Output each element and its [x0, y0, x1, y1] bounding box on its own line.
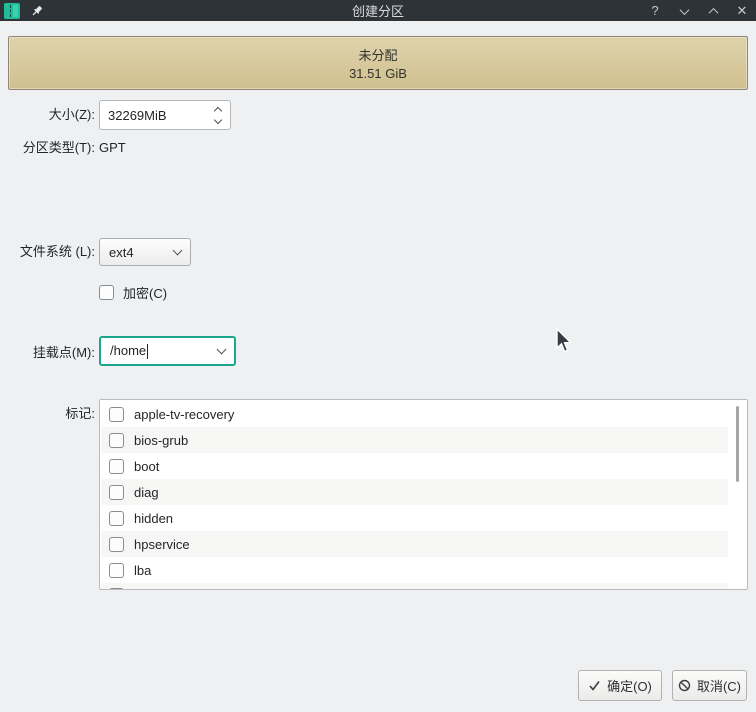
- titlebar: 创建分区 ? ✕: [0, 0, 756, 21]
- size-label: 大小(Z):: [48, 107, 95, 122]
- vertical-scrollbar[interactable]: [736, 406, 739, 482]
- flag-row-partial[interactable]: [101, 583, 728, 589]
- flag-row[interactable]: bios-grub: [101, 427, 728, 453]
- flag-row[interactable]: lba: [101, 557, 728, 583]
- flag-label: hpservice: [134, 536, 190, 552]
- filesystem-value: ext4: [109, 244, 134, 260]
- partition-manager-app-icon: [4, 2, 20, 19]
- mount-point-combobox[interactable]: /home: [99, 336, 236, 366]
- flag-label: lba: [134, 562, 152, 578]
- flag-checkbox[interactable]: [109, 562, 124, 578]
- spinner-arrows[interactable]: [213, 101, 223, 129]
- flag-checkbox[interactable]: [109, 536, 124, 552]
- flag-row[interactable]: apple-tv-recovery: [101, 401, 728, 427]
- chevron-down-icon: [172, 245, 183, 256]
- flag-row[interactable]: diag: [101, 479, 728, 505]
- flag-checkbox[interactable]: [109, 432, 124, 448]
- filesystem-select[interactable]: ext4: [99, 238, 191, 266]
- cancel-icon: [678, 679, 691, 692]
- flags-list[interactable]: apple-tv-recovery bios-grub boot diag hi…: [99, 399, 748, 590]
- flag-label: bios-grub: [134, 432, 189, 448]
- mouse-cursor: [556, 328, 573, 353]
- flag-checkbox[interactable]: [109, 588, 124, 589]
- encrypt-checkbox[interactable]: [99, 285, 114, 300]
- ok-button[interactable]: 确定(O): [578, 670, 662, 701]
- window-title: 创建分区: [351, 4, 404, 19]
- flag-label: diag: [134, 484, 159, 500]
- flag-checkbox[interactable]: [109, 510, 124, 526]
- flag-label: boot: [134, 458, 160, 474]
- chevron-up-icon[interactable]: [705, 0, 721, 21]
- flag-checkbox[interactable]: [109, 484, 124, 500]
- partition-name: 未分配: [358, 48, 398, 63]
- partition-size: 31.51 GiB: [349, 66, 407, 81]
- flag-label: hidden: [134, 510, 174, 526]
- filesystem-label: 文件系统 (L):: [19, 244, 95, 259]
- flag-checkbox[interactable]: [109, 458, 124, 474]
- mount-point-value: /home: [110, 342, 147, 358]
- partition-preview[interactable]: 未分配 31.51 GiB: [8, 36, 748, 90]
- create-partition-dialog: 创建分区 ? ✕ 未分配 31.51 GiB 大小(Z): 32269MiB 分…: [0, 0, 756, 712]
- flag-label: apple-tv-recovery: [134, 406, 235, 422]
- spin-up-icon[interactable]: [213, 106, 223, 115]
- flag-row[interactable]: boot: [101, 453, 728, 479]
- cancel-button[interactable]: 取消(C): [672, 670, 747, 701]
- pin-icon[interactable]: [30, 4, 44, 18]
- check-icon: [589, 681, 600, 691]
- size-spinbox[interactable]: 32269MiB: [99, 100, 231, 130]
- help-icon[interactable]: ?: [647, 0, 663, 21]
- partition-type-value: GPT: [99, 140, 126, 155]
- titlebar-controls: ? ✕: [647, 0, 750, 21]
- text-caret: [147, 344, 149, 360]
- mount-point-label: 挂载点(M):: [32, 345, 95, 360]
- chevron-down-icon[interactable]: [676, 0, 692, 21]
- flag-row[interactable]: hidden: [101, 505, 728, 531]
- size-value: 32269MiB: [108, 107, 167, 123]
- flags-label: 标记:: [65, 406, 95, 421]
- flag-checkbox[interactable]: [109, 406, 124, 422]
- partition-type-label: 分区类型(T):: [22, 140, 95, 155]
- cancel-button-label: 取消(C): [696, 679, 742, 694]
- flag-row[interactable]: hpservice: [101, 531, 728, 557]
- flag-rows: apple-tv-recovery bios-grub boot diag hi…: [101, 401, 728, 589]
- spin-down-icon[interactable]: [213, 115, 223, 124]
- encrypt-label: 加密(C): [123, 286, 168, 301]
- titlebar-left: [4, 0, 44, 21]
- ok-button-label: 确定(O): [607, 679, 652, 694]
- close-icon[interactable]: ✕: [734, 0, 750, 21]
- chevron-down-icon[interactable]: [216, 344, 227, 355]
- encrypt-row[interactable]: 加密(C): [99, 283, 167, 302]
